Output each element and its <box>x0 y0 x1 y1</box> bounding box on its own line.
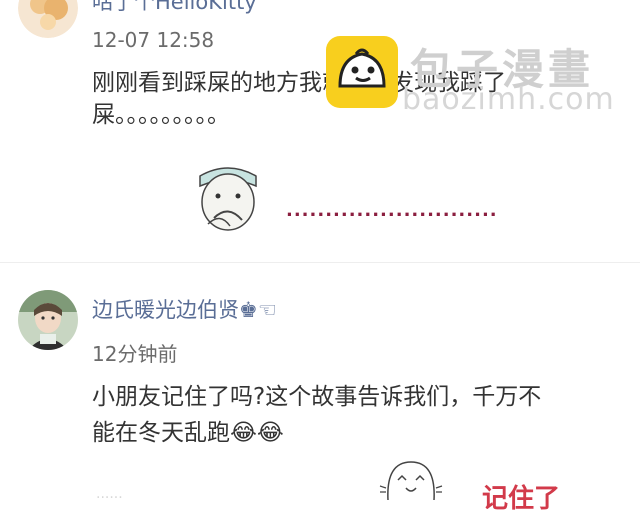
comment-timestamp: 12分钟前 <box>92 342 178 366</box>
commenter-name[interactable]: 咕了个HelloKitty <box>92 0 257 16</box>
meme-sticker-image <box>190 164 266 236</box>
meme-dots: ........................... <box>286 200 498 221</box>
comment-text-line: 刚刚看到踩屎的地方我就忽然发现我踩了 <box>92 70 506 96</box>
meme-caption: 记住了 <box>482 484 561 514</box>
comment-text-line: 屎。。。。。。。。。 <box>92 102 230 128</box>
comment-timestamp: 12-07 12:58 <box>92 28 215 52</box>
commenter-name[interactable]: 边氏暖光边伯贤♚☜ <box>92 294 277 324</box>
meme-sticker-face <box>378 458 444 501</box>
comment-divider <box>0 262 640 263</box>
commenter-avatar-2[interactable] <box>18 290 78 350</box>
commenter-avatar-1[interactable] <box>18 0 78 38</box>
comment-text-line: 小朋友记住了吗?这个故事告诉我们，千万不 <box>92 384 542 410</box>
comment-text-line: 能在冬天乱跑😂😂 <box>92 420 284 446</box>
